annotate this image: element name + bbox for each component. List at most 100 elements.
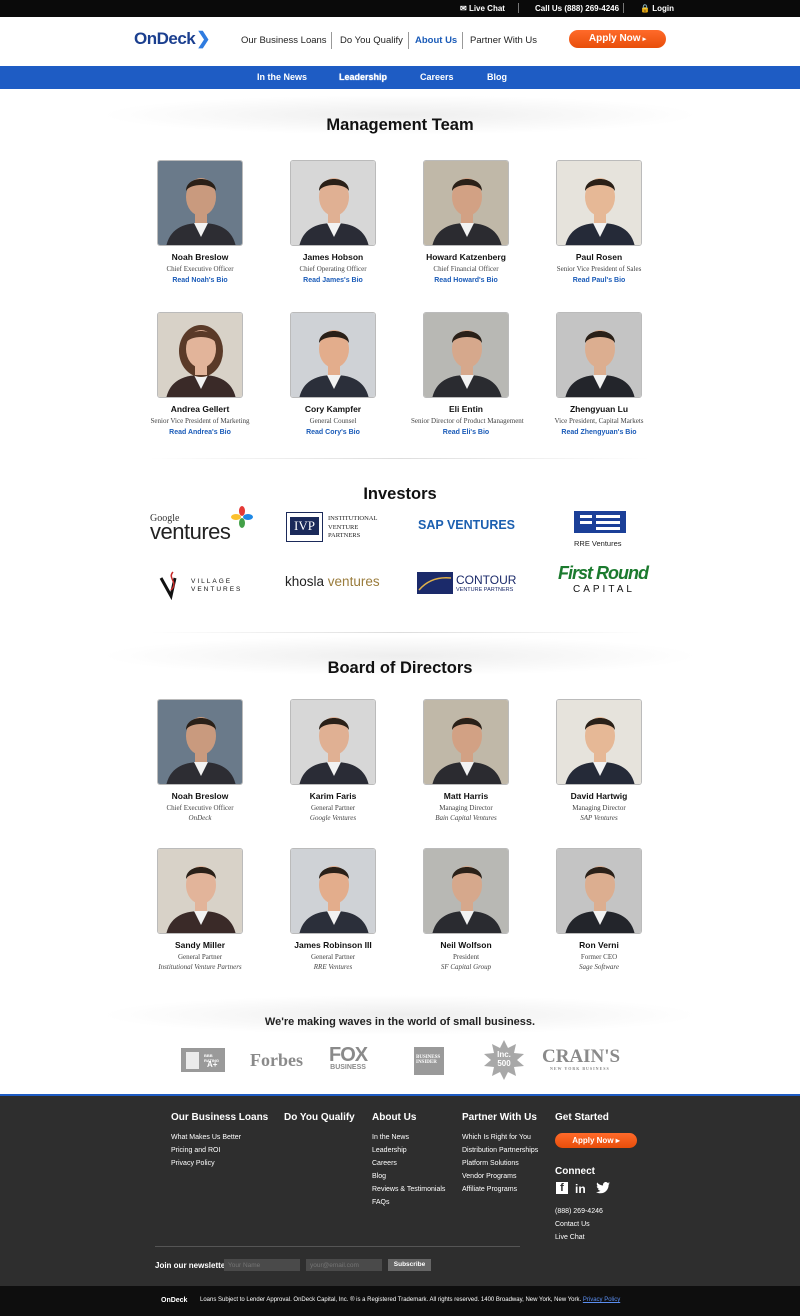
twitter-icon[interactable]	[596, 1182, 610, 1197]
privacy-policy-link[interactable]: Privacy Policy	[583, 1297, 620, 1303]
footer-link[interactable]: FAQs	[372, 1199, 390, 1206]
top-utility-bar: ✉ Live Chat Call Us (888) 269-4246 🔒 Log…	[0, 0, 800, 17]
person-card: Paul Rosen Senior Vice President of Sales…	[544, 160, 654, 284]
subnav-leadership[interactable]: Leadership	[339, 72, 387, 82]
footer-link[interactable]: Leadership	[372, 1147, 407, 1154]
facebook-icon[interactable]: f	[556, 1182, 568, 1194]
footer-link[interactable]: Reviews & Testimonials	[372, 1186, 445, 1193]
village-ventures-logo[interactable]: VILLAGE VENTURES	[157, 570, 240, 605]
newsletter-name-input[interactable]	[224, 1259, 300, 1271]
logo-text: OnDeck	[134, 29, 196, 48]
ondeck-logo[interactable]: OnDeck❯	[134, 29, 210, 49]
footer-heading-partner-with-us[interactable]: Partner With Us	[462, 1112, 537, 1123]
footer-link[interactable]: Platform Solutions	[462, 1160, 519, 1167]
person-photo[interactable]	[423, 160, 509, 246]
person-organization: Bain Capital Ventures	[435, 814, 497, 822]
crains-logo: CRAIN'S NEW YORK BUSINESS	[542, 1047, 620, 1071]
person-photo[interactable]	[423, 312, 509, 398]
logo-chevron-icon: ❯	[196, 29, 210, 48]
read-bio-link[interactable]: Read Zhengyuan's Bio	[544, 429, 654, 436]
portrait-image	[557, 849, 641, 933]
login-label: Login	[652, 4, 674, 13]
footer-link[interactable]: Vendor Programs	[462, 1173, 516, 1180]
google-ventures-logo[interactable]: Google ventures	[150, 506, 253, 545]
footer-link[interactable]: In the News	[372, 1134, 409, 1141]
read-bio-link[interactable]: Read Cory's Bio	[278, 429, 388, 436]
person-photo[interactable]	[157, 699, 243, 785]
legal-bar: OnDeck Loans Subject to Lender Approval.…	[0, 1286, 800, 1316]
person-photo[interactable]	[423, 699, 509, 785]
footer-link[interactable]: Privacy Policy	[171, 1160, 215, 1167]
person-card: Noah Breslow Chief Executive Officer Read …	[145, 160, 255, 284]
footer-live-chat[interactable]: Live Chat	[555, 1234, 585, 1241]
linkedin-icon[interactable]: in	[575, 1182, 586, 1196]
person-photo[interactable]	[556, 160, 642, 246]
nav-divider	[408, 32, 409, 49]
portrait-image	[291, 849, 375, 933]
contour-logo[interactable]: CONTOUR VENTURE PARTNERS	[417, 572, 516, 599]
person-title: General Partner	[310, 804, 356, 812]
khosla-ventures-logo[interactable]: khosla ventures	[285, 574, 380, 589]
person-name: Cory Kampfer	[304, 404, 362, 414]
nav-about-us[interactable]: About Us	[415, 35, 457, 46]
footer-link[interactable]: Pricing and ROI	[171, 1147, 220, 1154]
nav-partner-with-us[interactable]: Partner With Us	[470, 35, 537, 46]
rre-ventures-logo[interactable]: RRE Ventures	[574, 511, 626, 548]
person-photo[interactable]	[157, 312, 243, 398]
newsletter-email-input[interactable]	[306, 1259, 382, 1271]
bbb-torch-icon	[186, 1052, 199, 1069]
bbb-grade-text: A+	[207, 1060, 218, 1069]
footer-contact-us[interactable]: Contact Us	[555, 1221, 590, 1228]
capital-text: CAPITAL	[573, 584, 635, 595]
person-photo[interactable]	[423, 848, 509, 934]
apply-now-button[interactable]: Apply Now ▸	[569, 30, 666, 48]
sap-ventures-logo[interactable]: SAP VENTURES	[418, 518, 515, 532]
footer-heading-about-us[interactable]: About Us	[372, 1112, 416, 1123]
footer-heading-business-loans[interactable]: Our Business Loans	[171, 1112, 268, 1123]
live-chat-link[interactable]: ✉ Live Chat	[460, 4, 505, 13]
person-photo[interactable]	[290, 312, 376, 398]
subnav-in-the-news[interactable]: In the News	[257, 72, 307, 82]
person-photo[interactable]	[157, 160, 243, 246]
call-link[interactable]: Call Us (888) 269-4246	[535, 4, 619, 13]
person-title: Chief Operating Officer	[299, 265, 367, 273]
subscribe-button[interactable]: Subscribe	[388, 1259, 431, 1271]
person-photo[interactable]	[157, 848, 243, 934]
nav-our-business-loans[interactable]: Our Business Loans	[241, 35, 327, 46]
footer-link[interactable]: Blog	[372, 1173, 386, 1180]
read-bio-link[interactable]: Read Andrea's Bio	[145, 429, 255, 436]
subnav-careers[interactable]: Careers	[420, 72, 454, 82]
person-photo[interactable]	[290, 160, 376, 246]
person-photo[interactable]	[556, 312, 642, 398]
footer-link[interactable]: Which Is Right for You	[462, 1134, 531, 1141]
read-bio-link[interactable]: Read Paul's Bio	[544, 277, 654, 284]
read-bio-link[interactable]: Read James's Bio	[278, 277, 388, 284]
footer-logo[interactable]: OnDeck	[161, 1297, 187, 1304]
footer-apply-now-button[interactable]: Apply Now ▸	[555, 1133, 637, 1148]
person-photo[interactable]	[290, 699, 376, 785]
person-photo[interactable]	[556, 848, 642, 934]
login-link[interactable]: 🔒 Login	[640, 4, 674, 13]
person-name: James Hobson	[302, 252, 364, 262]
person-photo[interactable]	[556, 699, 642, 785]
inc-500-logo: Inc. 500	[484, 1040, 524, 1085]
person-photo[interactable]	[290, 848, 376, 934]
footer-link[interactable]: Distribution Partnerships	[462, 1147, 538, 1154]
subnav-blog[interactable]: Blog	[487, 72, 507, 82]
footer-link[interactable]: Affiliate Programs	[462, 1186, 517, 1193]
read-bio-link[interactable]: Read Howard's Bio	[411, 277, 521, 284]
read-bio-link[interactable]: Read Noah's Bio	[145, 277, 255, 284]
person-title: Senior Vice President of Marketing	[150, 417, 250, 425]
footer-link[interactable]: Careers	[372, 1160, 397, 1167]
footer-phone[interactable]: (888) 269-4246	[555, 1208, 603, 1215]
main-header: OnDeck❯ Our Business Loans Do You Qualif…	[0, 17, 800, 66]
first-round-capital-logo[interactable]: First Round CAPITAL	[558, 563, 649, 595]
person-title: General Partner	[310, 953, 356, 961]
footer-apply-label: Apply Now	[572, 1136, 614, 1145]
read-bio-link[interactable]: Read Eli's Bio	[411, 429, 521, 436]
footer-heading-do-you-qualify[interactable]: Do You Qualify	[284, 1112, 355, 1123]
nav-do-you-qualify[interactable]: Do You Qualify	[340, 35, 403, 46]
person-card: Howard Katzenberg Chief Financial Officer…	[411, 160, 521, 284]
crains-sub-text: NEW YORK BUSINESS	[550, 1066, 610, 1071]
footer-link[interactable]: What Makes Us Better	[171, 1134, 241, 1141]
